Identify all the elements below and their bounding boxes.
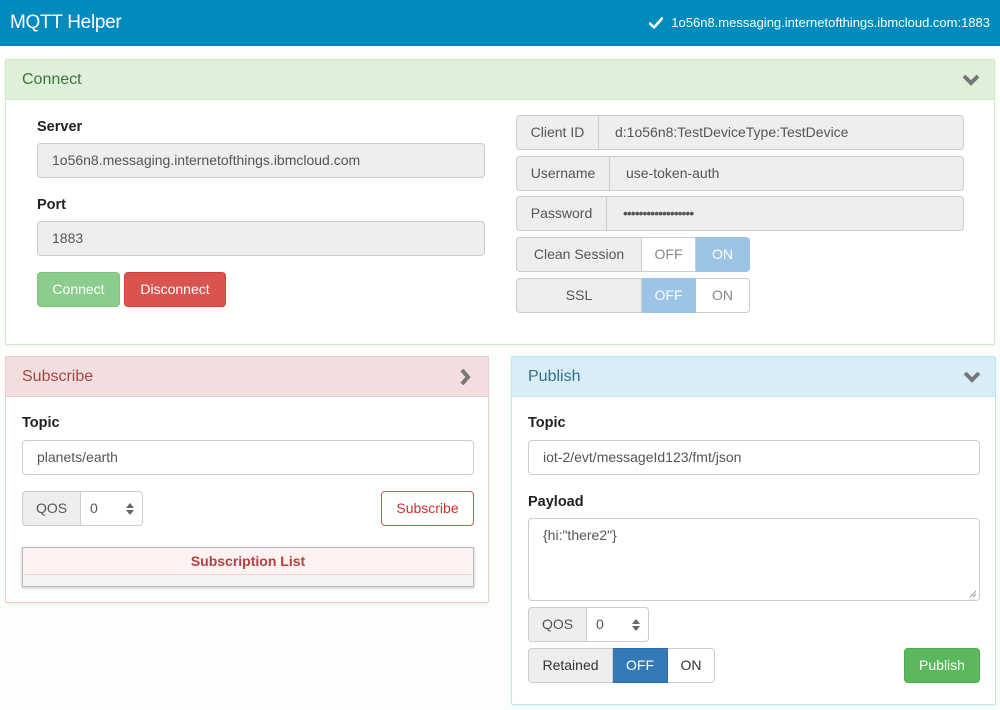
username-label: Username: [516, 156, 610, 191]
password-label: Password: [516, 196, 607, 231]
publish-qos-select[interactable]: 0: [587, 607, 649, 642]
payload-text: {hi:"there2"}: [543, 527, 617, 543]
subscription-list: Subscription List: [22, 547, 474, 587]
check-icon: [649, 16, 664, 29]
port-label: Port: [37, 197, 66, 213]
subscribe-qos-label: QOS: [22, 491, 81, 526]
publish-button[interactable]: Publish: [904, 648, 980, 683]
subscribe-qos-value: 0: [90, 500, 98, 516]
connection-status-text: 1o56n8.messaging.internetofthings.ibmclo…: [671, 15, 990, 30]
connect-button[interactable]: Connect: [37, 272, 120, 307]
retained-toggle: Retained OFF ON: [528, 648, 715, 683]
server-label: Server: [37, 119, 83, 135]
retained-on[interactable]: ON: [668, 648, 715, 683]
ssl-off[interactable]: OFF: [642, 278, 696, 313]
clean-session-off[interactable]: OFF: [642, 237, 696, 272]
client-id-group: Client ID d:1o56n8:TestDeviceType:TestDe…: [516, 115, 964, 150]
select-arrows-icon: [632, 619, 640, 631]
publish-topic-label: Topic: [528, 415, 566, 431]
clean-session-on[interactable]: ON: [696, 237, 750, 272]
navbar: MQTT Helper 1o56n8.messaging.internetoft…: [0, 0, 1000, 46]
publish-panel-title: Publish: [528, 368, 581, 385]
ssl-toggle: SSL OFF ON: [516, 278, 750, 313]
chevron-down-icon[interactable]: [962, 72, 980, 88]
connection-status: 1o56n8.messaging.internetofthings.ibmclo…: [649, 15, 990, 30]
subscribe-button[interactable]: Subscribe: [381, 491, 474, 526]
chevron-right-icon[interactable]: [456, 369, 474, 385]
publish-qos-group: QOS 0: [528, 607, 649, 642]
clean-session-toggle: Clean Session OFF ON: [516, 237, 750, 272]
subscribe-qos-group: QOS 0: [22, 491, 143, 526]
retained-off[interactable]: OFF: [613, 648, 668, 683]
publish-topic-input[interactable]: iot-2/evt/messageId123/fmt/json: [528, 440, 980, 475]
ssl-on[interactable]: ON: [696, 278, 750, 313]
payload-label: Payload: [528, 494, 584, 510]
subscription-list-title: Subscription List: [23, 548, 473, 575]
subscribe-panel-title: Subscribe: [22, 368, 94, 385]
subscribe-topic-label: Topic: [22, 415, 60, 431]
username-input[interactable]: use-token-auth: [610, 156, 964, 191]
subscribe-panel-heading[interactable]: Subscribe: [6, 357, 488, 397]
server-input[interactable]: 1o56n8.messaging.internetofthings.ibmclo…: [37, 143, 485, 178]
disconnect-button[interactable]: Disconnect: [124, 272, 226, 307]
select-arrows-icon: [126, 503, 134, 515]
retained-label: Retained: [528, 648, 613, 683]
password-group: Password ••••••••••••••••••: [516, 196, 964, 231]
publish-qos-label: QOS: [528, 607, 587, 642]
publish-panel: Publish Topic iot-2/evt/messageId123/fmt…: [511, 356, 996, 705]
chevron-down-icon[interactable]: [963, 369, 981, 385]
password-input[interactable]: ••••••••••••••••••: [607, 196, 964, 231]
subscribe-topic-input[interactable]: planets/earth: [22, 440, 474, 475]
subscribe-qos-select[interactable]: 0: [81, 491, 143, 526]
connect-panel-title: Connect: [22, 71, 82, 88]
port-input[interactable]: 1883: [37, 221, 485, 256]
publish-panel-heading[interactable]: Publish: [512, 357, 995, 397]
clean-session-label: Clean Session: [516, 237, 642, 272]
ssl-label: SSL: [516, 278, 642, 313]
app-title: MQTT Helper: [10, 12, 122, 33]
connect-panel-heading[interactable]: Connect: [6, 60, 994, 100]
resize-grip-icon[interactable]: [969, 590, 977, 598]
client-id-label: Client ID: [516, 115, 599, 150]
connect-panel: Connect Server 1o56n8.messaging.internet…: [5, 59, 995, 345]
publish-qos-value: 0: [596, 616, 604, 632]
username-group: Username use-token-auth: [516, 156, 964, 191]
payload-textarea[interactable]: {hi:"there2"}: [528, 518, 980, 601]
subscribe-panel: Subscribe Topic planets/earth QOS 0 Subs…: [5, 356, 489, 603]
client-id-input[interactable]: d:1o56n8:TestDeviceType:TestDevice: [599, 115, 964, 150]
